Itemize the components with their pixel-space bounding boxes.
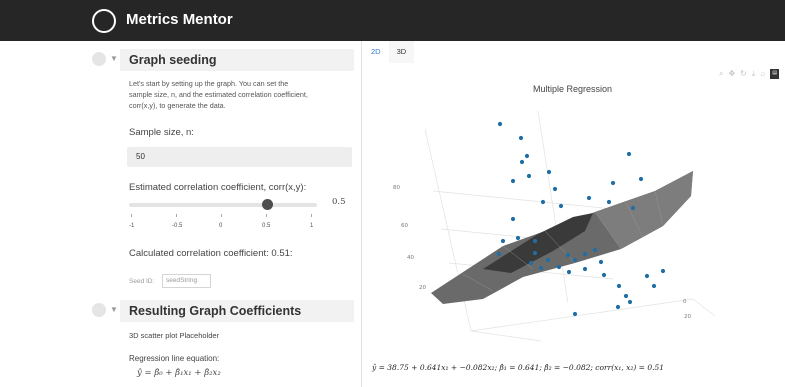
coefficients-header[interactable]: Resulting Graph Coefficients <box>120 300 354 322</box>
slider-tick-label: 0.5 <box>262 223 271 229</box>
data-point <box>615 304 621 310</box>
data-point <box>540 199 546 205</box>
slider-tick <box>131 214 132 217</box>
data-point <box>510 216 516 222</box>
axis-tick-label: 80 <box>393 185 400 191</box>
sample-size-label: Sample size, n: <box>129 127 194 138</box>
axis-tick-label: 60 <box>401 223 408 229</box>
axis-tick-label: 40 <box>407 255 414 261</box>
plot-panel: 2D 3D ⌕ ✥ ↻ ⤓ ⌂ ▤ Multiple Regression 80… <box>363 41 785 387</box>
data-point <box>538 265 544 271</box>
data-point <box>524 153 530 159</box>
regression-equation-display: ŷ = 38.75 + 0.641x₁ + −0.082x₂; β̂₁ = 0.… <box>372 363 665 372</box>
data-point <box>598 259 604 265</box>
corr-slider-track[interactable] <box>129 203 317 207</box>
data-point <box>558 203 564 209</box>
corr-label: Estimated correlation coefficient, corr(… <box>129 182 307 193</box>
data-point <box>496 251 502 257</box>
data-point <box>592 247 598 253</box>
corr-slider-value: 0.5 <box>332 197 346 207</box>
axis-tick-label: 0 <box>683 299 687 305</box>
slider-tick-label: 0 <box>219 223 223 229</box>
data-point <box>519 159 525 165</box>
slider-tick-label: -1 <box>129 223 135 229</box>
data-point <box>526 173 532 179</box>
app-logo-icon <box>92 9 116 33</box>
data-point <box>610 180 616 186</box>
description-line: Let's start by setting up the graph. You… <box>129 79 289 88</box>
section-status-dot <box>92 303 106 317</box>
data-point <box>651 283 657 289</box>
app-title: Metrics Mentor <box>126 11 233 28</box>
data-point <box>566 269 572 275</box>
chevron-down-icon[interactable]: ▼ <box>110 305 118 314</box>
data-point <box>572 311 578 317</box>
data-point <box>546 169 552 175</box>
data-point <box>556 264 562 270</box>
seed-label: Seed ID: <box>129 278 155 285</box>
data-point <box>638 176 644 182</box>
data-point <box>606 199 612 205</box>
data-point <box>532 250 538 256</box>
graph-seeding-header[interactable]: Graph seeding <box>120 49 354 71</box>
data-point <box>660 268 666 274</box>
data-point <box>532 238 538 244</box>
data-point <box>518 135 524 141</box>
description-line: corr(x,y), to generate the data. <box>129 101 226 110</box>
data-point <box>627 299 633 305</box>
grid-line <box>432 190 614 210</box>
data-point <box>644 273 650 279</box>
grid-line <box>692 298 716 317</box>
slider-tick <box>176 214 177 217</box>
data-point <box>582 266 588 272</box>
data-point <box>515 235 521 241</box>
graph-seeding-description: Let's start by setting up the graph. You… <box>129 78 354 111</box>
data-point <box>616 283 622 289</box>
regression-equation: ŷ = β̂₀ + β̂₁x₁ + β̂₂x₂ <box>137 368 221 378</box>
data-point <box>586 195 592 201</box>
data-point <box>565 252 571 258</box>
seed-input[interactable]: seedString <box>162 274 211 288</box>
data-point <box>552 186 558 192</box>
data-point <box>528 260 534 266</box>
scatter-placeholder: 3D scatter plot Placeholder <box>129 331 220 340</box>
chevron-down-icon[interactable]: ▼ <box>110 54 118 63</box>
slider-tick <box>221 214 222 217</box>
data-point <box>545 257 551 263</box>
data-point <box>497 121 503 127</box>
grid-line <box>470 330 542 342</box>
data-point <box>630 205 636 211</box>
app-header: Metrics Mentor <box>0 0 785 41</box>
data-point <box>623 293 629 299</box>
calculated-corr: Calculated correlation coefficient: 0.51… <box>129 248 293 259</box>
data-point <box>572 257 578 263</box>
slider-tick-label: 1 <box>310 223 314 229</box>
regression-3d-plot[interactable]: 80 60 40 20 0 20 <box>363 41 785 361</box>
corr-slider-handle[interactable] <box>262 199 273 210</box>
sample-size-input[interactable]: 50 <box>127 147 352 167</box>
slider-tick <box>266 214 267 217</box>
slider-tick-label: -0.5 <box>172 223 183 229</box>
data-point <box>626 151 632 157</box>
data-point <box>510 178 516 184</box>
grid-line <box>470 298 694 332</box>
regression-label: Regression line equation: <box>129 354 220 363</box>
slider-tick <box>311 214 312 217</box>
section-status-dot <box>92 52 106 66</box>
data-point <box>601 272 607 278</box>
axis-tick-label: 20 <box>419 285 426 291</box>
data-point <box>582 251 588 257</box>
axis-tick-label: 20 <box>684 314 691 320</box>
description-line: sample size, n, and the estimated correl… <box>129 90 308 99</box>
data-point <box>500 238 506 244</box>
